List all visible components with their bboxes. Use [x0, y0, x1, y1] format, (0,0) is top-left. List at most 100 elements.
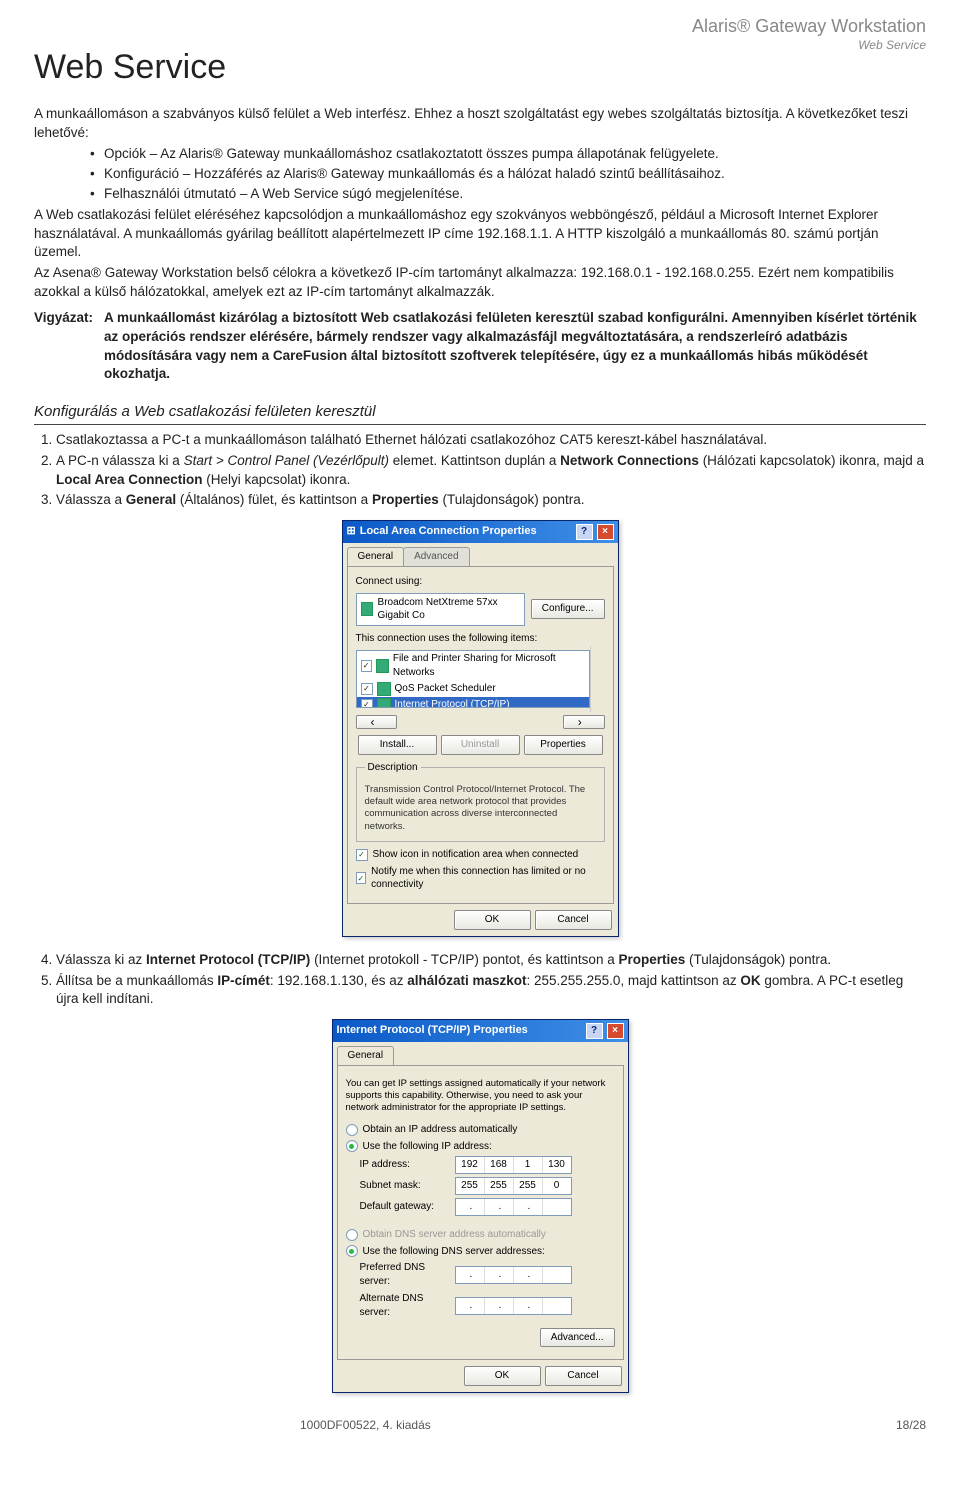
list-item[interactable]: ✓File and Printer Sharing for Microsoft …	[357, 651, 589, 681]
show-icon-checkbox[interactable]: ✓Show icon in notification area when con…	[356, 848, 605, 862]
item-label: Internet Protocol (TCP/IP)	[395, 698, 510, 708]
preferred-dns-field[interactable]: . . .	[455, 1266, 572, 1284]
product-name: Alaris® Gateway Workstation	[692, 16, 926, 38]
scrollbar[interactable]	[590, 646, 605, 712]
item-icon	[376, 659, 389, 673]
dialog-titlebar: Internet Protocol (TCP/IP) Properties ? …	[333, 1020, 628, 1042]
show-icon-label: Show icon in notification area when conn…	[373, 848, 579, 862]
checkbox-icon[interactable]: ✓	[361, 660, 372, 672]
help-icon[interactable]: ?	[586, 1023, 603, 1039]
step-item: Állítsa be a munkaállomás IP-címét: 192.…	[56, 972, 926, 1009]
uninstall-button: Uninstall	[441, 735, 520, 755]
page-footer: 1000DF00522, 4. kiadás 18/28	[0, 1418, 960, 1432]
items-listbox[interactable]: ✓File and Printer Sharing for Microsoft …	[356, 650, 590, 708]
subnet-label: Subnet mask:	[360, 1179, 455, 1193]
ip-octet[interactable]: .	[456, 1267, 485, 1283]
radio-use-ip[interactable]: Use the following IP address:	[346, 1140, 615, 1154]
items-label: This connection uses the following items…	[356, 632, 605, 646]
step-item: A PC-n válassza ki a Start > Control Pan…	[56, 452, 926, 489]
gateway-label: Default gateway:	[360, 1200, 455, 1214]
figure-tcpip-properties: Internet Protocol (TCP/IP) Properties ? …	[34, 1019, 926, 1393]
default-gateway-field[interactable]: . . .	[455, 1198, 572, 1216]
list-item[interactable]: ✓ Internet Protocol (TCP/IP)	[357, 697, 589, 708]
checkbox-icon[interactable]: ✓	[361, 683, 373, 695]
tab-general[interactable]: General	[337, 1046, 395, 1065]
ip-octet[interactable]: .	[514, 1199, 543, 1215]
scroll-left-icon[interactable]: ‹	[356, 715, 398, 729]
ip-octet[interactable]	[543, 1199, 571, 1215]
cancel-button[interactable]: Cancel	[545, 1366, 622, 1386]
properties-button[interactable]: Properties	[524, 735, 603, 755]
checkbox-icon: ✓	[356, 872, 367, 884]
radio-label: Obtain DNS server address automatically	[363, 1228, 546, 1242]
close-icon[interactable]: ×	[607, 1023, 624, 1039]
ip-octet[interactable]	[543, 1267, 571, 1283]
subnet-mask-field[interactable]: 2552552550	[455, 1177, 572, 1195]
radio-icon	[346, 1245, 358, 1257]
radio-icon	[346, 1229, 358, 1241]
description-legend: Description	[365, 761, 421, 775]
ip-octet[interactable]: 1	[514, 1157, 543, 1173]
ip-octet[interactable]: 255	[485, 1178, 514, 1194]
item-icon	[377, 698, 391, 708]
tab-general[interactable]: General	[347, 547, 405, 566]
ip-octet[interactable]: .	[456, 1298, 485, 1314]
dialog-tcpip-properties: Internet Protocol (TCP/IP) Properties ? …	[332, 1019, 629, 1393]
ip-octet[interactable]: 255	[456, 1178, 485, 1194]
ip-octet[interactable]: .	[514, 1267, 543, 1283]
configure-button[interactable]: Configure...	[531, 599, 605, 619]
ip-octet[interactable]: .	[456, 1199, 485, 1215]
connect-using-label: Connect using:	[356, 575, 605, 589]
step-item: Csatlakoztassa a PC-t a munkaállomáson t…	[56, 431, 926, 450]
dialog-prolog: You can get IP settings assigned automat…	[346, 1078, 615, 1115]
feature-item: Opciók – Az Alaris® Gateway munkaállomás…	[90, 145, 926, 164]
advanced-button[interactable]: Advanced...	[540, 1328, 615, 1348]
ip-octet[interactable]: .	[485, 1199, 514, 1215]
help-icon[interactable]: ?	[576, 524, 593, 540]
header-right: Alaris® Gateway Workstation Web Service	[692, 16, 926, 52]
radio-obtain-ip[interactable]: Obtain an IP address automatically	[346, 1123, 615, 1137]
subheading: Konfigurálás a Web csatlakozási felülete…	[34, 402, 926, 426]
section-name: Web Service	[692, 38, 926, 52]
checkbox-icon[interactable]: ✓	[361, 699, 373, 708]
footer-page: 18/28	[896, 1418, 926, 1432]
install-button[interactable]: Install...	[358, 735, 437, 755]
ip-octet[interactable]	[543, 1298, 571, 1314]
alt-dns-label: Alternate DNS server:	[360, 1292, 455, 1320]
cancel-button[interactable]: Cancel	[535, 910, 612, 930]
page-title: Web Service	[34, 48, 926, 87]
alternate-dns-field[interactable]: . . .	[455, 1297, 572, 1315]
ip-octet[interactable]: 192	[456, 1157, 485, 1173]
intro-3: Az Asena® Gateway Workstation belső célo…	[34, 264, 926, 301]
ip-octet[interactable]: .	[485, 1267, 514, 1283]
ip-octet[interactable]: 255	[514, 1178, 543, 1194]
caution-text: A munkaállomást kizárólag a biztosított …	[104, 309, 926, 384]
item-label: QoS Packet Scheduler	[395, 682, 496, 696]
close-icon[interactable]: ×	[597, 524, 614, 540]
ip-octet[interactable]: 168	[485, 1157, 514, 1173]
scroll-right-icon[interactable]: ›	[563, 715, 605, 729]
description-text: Transmission Control Protocol/Internet P…	[365, 784, 596, 833]
tab-advanced[interactable]: Advanced	[403, 547, 469, 566]
dialog-title: Internet Protocol (TCP/IP) Properties	[337, 1023, 582, 1038]
intro-2: A Web csatlakozási felület eléréséhez ka…	[34, 206, 926, 262]
notify-label: Notify me when this connection has limit…	[371, 865, 604, 893]
radio-use-dns[interactable]: Use the following DNS server addresses:	[346, 1245, 615, 1259]
notify-checkbox[interactable]: ✓ Notify me when this connection has limi…	[356, 865, 605, 893]
nic-field: Broadcom NetXtreme 57xx Gigabit Co	[356, 593, 525, 627]
ip-octet[interactable]: .	[485, 1298, 514, 1314]
ip-octet[interactable]: 0	[543, 1178, 571, 1194]
intro-1: A munkaállomáson a szabványos külső felü…	[34, 105, 926, 142]
ip-octet[interactable]: 130	[543, 1157, 571, 1173]
steps-list-a: Csatlakoztassa a PC-t a munkaállomáson t…	[34, 431, 926, 510]
dialog-body: You can get IP settings assigned automat…	[337, 1065, 624, 1361]
ok-button[interactable]: OK	[464, 1366, 541, 1386]
feature-list: Opciók – Az Alaris® Gateway munkaállomás…	[50, 145, 926, 203]
ip-octet[interactable]: .	[514, 1298, 543, 1314]
list-item[interactable]: ✓ QoS Packet Scheduler	[357, 681, 589, 697]
ip-address-field[interactable]: 1921681130	[455, 1156, 572, 1174]
dialog-title-icon: ⊞	[347, 524, 356, 539]
nic-name: Broadcom NetXtreme 57xx Gigabit Co	[378, 596, 520, 624]
description-group: Description Transmission Control Protoco…	[356, 761, 605, 842]
ok-button[interactable]: OK	[454, 910, 531, 930]
